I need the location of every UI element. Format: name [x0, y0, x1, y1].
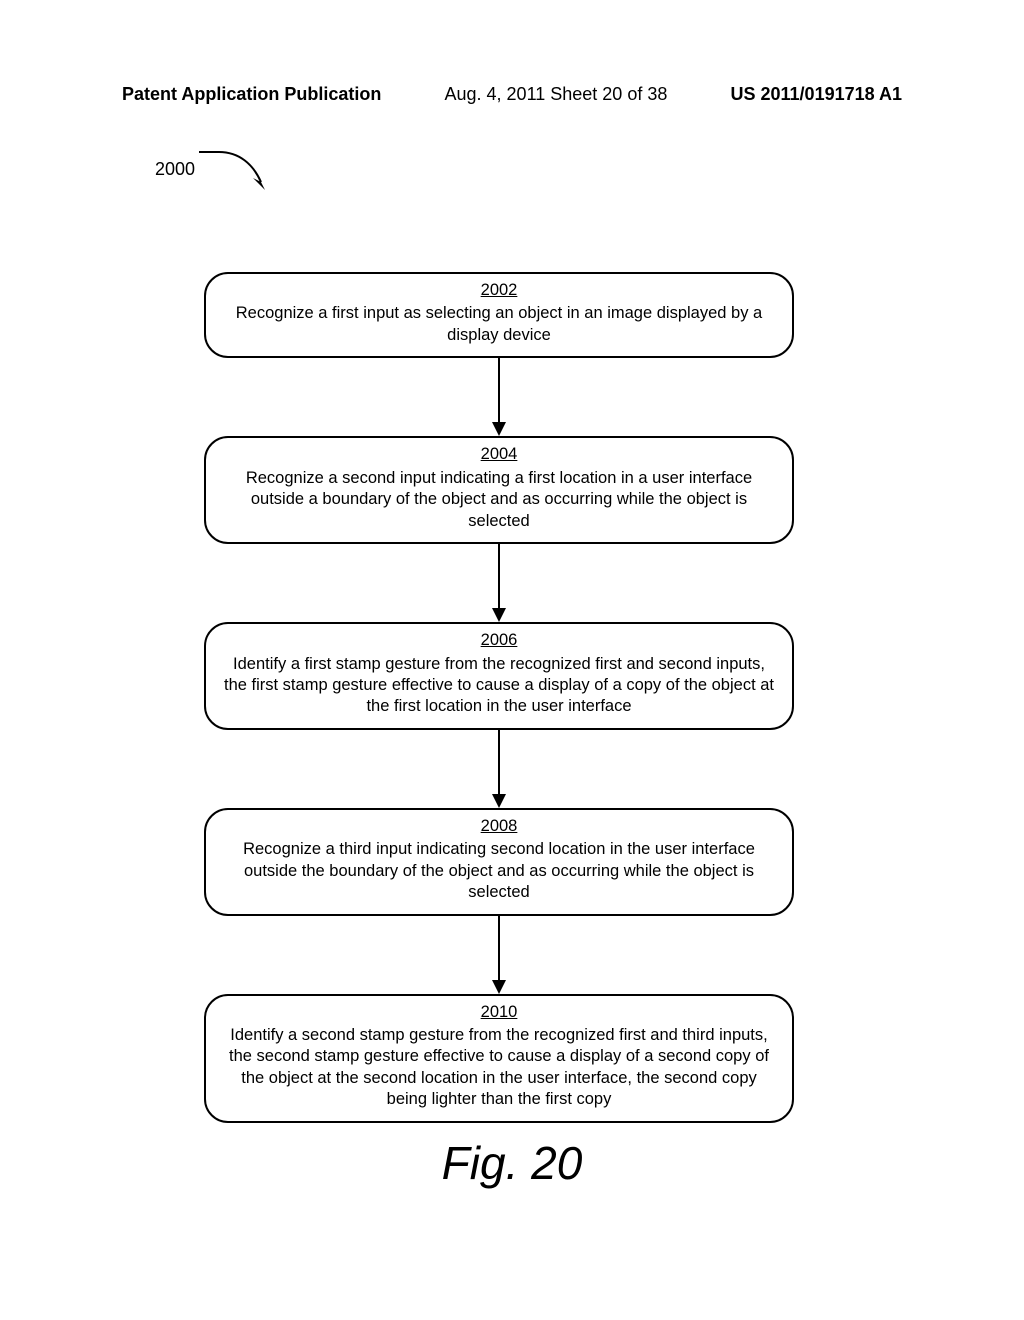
- arrow-down-icon: [489, 916, 509, 994]
- header-left: Patent Application Publication: [122, 84, 381, 105]
- ref-number-text: 2000: [155, 159, 195, 180]
- arrow-down-icon: [489, 730, 509, 808]
- flow-step: 2010 Identify a second stamp gesture fro…: [204, 994, 794, 1123]
- diagram-reference-number: 2000: [155, 144, 275, 194]
- arrow-down-icon: [489, 544, 509, 622]
- flow-arrow: [204, 544, 794, 622]
- step-text: Recognize a first input as selecting an …: [236, 304, 762, 343]
- header-right: US 2011/0191718 A1: [731, 84, 902, 105]
- step-text: Identify a second stamp gesture from the…: [229, 1026, 769, 1108]
- step-number: 2004: [224, 444, 774, 465]
- flow-arrow: [204, 916, 794, 994]
- page: Patent Application Publication Aug. 4, 2…: [0, 0, 1024, 1320]
- flow-step: 2008 Recognize a third input indicating …: [204, 808, 794, 916]
- step-text: Recognize a third input indicating secon…: [243, 840, 755, 901]
- flow-arrow: [204, 358, 794, 436]
- flow-step: 2006 Identify a first stamp gesture from…: [204, 622, 794, 730]
- flow-step: 2002 Recognize a first input as selectin…: [204, 272, 794, 358]
- flow-step: 2004 Recognize a second input indicating…: [204, 436, 794, 544]
- arrow-down-icon: [489, 358, 509, 436]
- step-number: 2008: [224, 816, 774, 837]
- figure-caption: Fig. 20: [0, 1136, 1024, 1190]
- page-header: Patent Application Publication Aug. 4, 2…: [122, 84, 902, 105]
- step-text: Recognize a second input indicating a fi…: [246, 469, 752, 530]
- ref-leader-arrow-icon: [195, 144, 275, 194]
- step-text: Identify a first stamp gesture from the …: [224, 655, 774, 716]
- flow-arrow: [204, 730, 794, 808]
- header-center: Aug. 4, 2011 Sheet 20 of 38: [445, 84, 668, 105]
- flowchart: 2002 Recognize a first input as selectin…: [204, 272, 794, 1123]
- step-number: 2006: [224, 630, 774, 651]
- step-number: 2002: [224, 280, 774, 301]
- step-number: 2010: [224, 1002, 774, 1023]
